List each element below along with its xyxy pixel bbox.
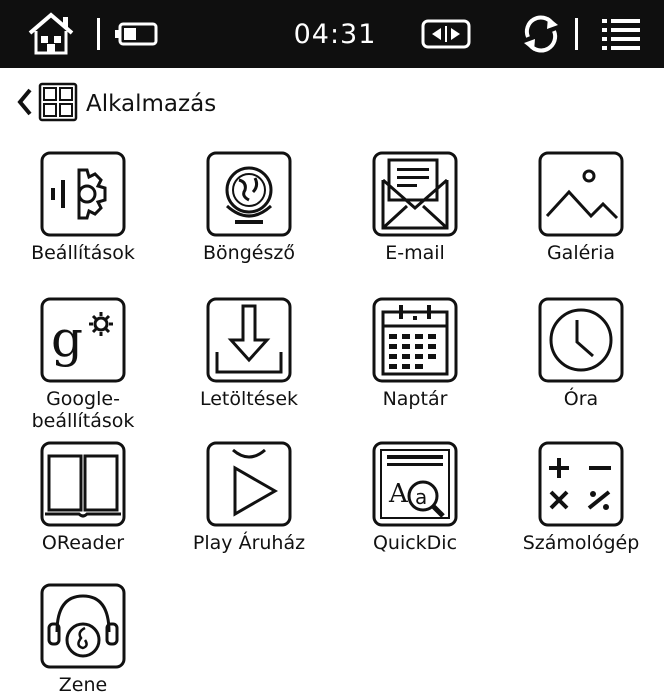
- sync-icon[interactable]: [516, 0, 566, 68]
- calendar-icon: [372, 297, 458, 383]
- app-label: E-mail: [385, 242, 445, 264]
- svg-text:a: a: [415, 485, 427, 509]
- clock-text: 04:31: [290, 0, 380, 68]
- gallery-icon: [538, 151, 624, 237]
- time-label: 04:31: [293, 18, 377, 50]
- browser-globe-icon: [206, 151, 292, 237]
- app-label: OReader: [41, 532, 125, 554]
- screen-refresh-icon[interactable]: [418, 0, 474, 68]
- music-icon: [40, 583, 126, 669]
- app-label: Beállítások: [31, 242, 135, 264]
- app-label: Számológép: [522, 532, 640, 554]
- book-reader-icon: [40, 441, 126, 527]
- app-label: Galéria: [546, 242, 616, 264]
- battery-icon: [112, 0, 162, 68]
- app-beallitasok[interactable]: Beállítások: [0, 150, 166, 264]
- app-oreader[interactable]: OReader: [0, 440, 166, 554]
- page-title: Alkalmazás: [86, 91, 217, 117]
- svg-text:g: g: [51, 310, 83, 368]
- app-zene[interactable]: Zene: [0, 582, 166, 696]
- app-label: QuickDic: [372, 532, 458, 554]
- app-play-aruhaz[interactable]: Play Áruház: [166, 440, 332, 554]
- app-label: Böngésző: [203, 242, 295, 264]
- app-label: Play Áruház: [192, 532, 306, 554]
- app-label: Óra: [563, 388, 599, 410]
- status-bar: 04:31: [0, 0, 664, 68]
- status-separator-2: [575, 18, 578, 50]
- calculator-icon: [538, 441, 624, 527]
- app-bongeszo[interactable]: Böngésző: [166, 150, 332, 264]
- menu-icon[interactable]: [596, 0, 646, 68]
- app-naptar[interactable]: Naptár: [332, 296, 498, 410]
- app-label: Zene: [58, 674, 108, 696]
- app-letoltesek[interactable]: Letöltések: [166, 296, 332, 410]
- downloads-icon: [206, 297, 292, 383]
- app-label: Letöltések: [199, 388, 299, 410]
- status-separator: [97, 18, 100, 50]
- app-galeria[interactable]: Galéria: [498, 150, 664, 264]
- settings-icon: [40, 151, 126, 237]
- app-email[interactable]: E-mail: [332, 150, 498, 264]
- dictionary-icon: A a: [372, 441, 458, 527]
- home-icon[interactable]: [22, 0, 80, 68]
- app-quickdic[interactable]: A a QuickDic: [332, 440, 498, 554]
- page-header: Alkalmazás: [16, 80, 216, 128]
- app-label: Naptár: [382, 388, 448, 410]
- app-label: Google- beállítások: [31, 388, 135, 432]
- app-szamologep[interactable]: Számológép: [498, 440, 664, 554]
- app-ora[interactable]: Óra: [498, 296, 664, 410]
- back-chevron-icon[interactable]: [16, 87, 34, 121]
- play-store-icon: [206, 441, 292, 527]
- google-settings-icon: g: [40, 297, 126, 383]
- app-grid-icon: [38, 82, 78, 126]
- app-google-beallitasok[interactable]: g Google- beállítások: [0, 296, 166, 432]
- clock-icon: [538, 297, 624, 383]
- email-icon: [372, 151, 458, 237]
- svg-text:A: A: [388, 479, 409, 509]
